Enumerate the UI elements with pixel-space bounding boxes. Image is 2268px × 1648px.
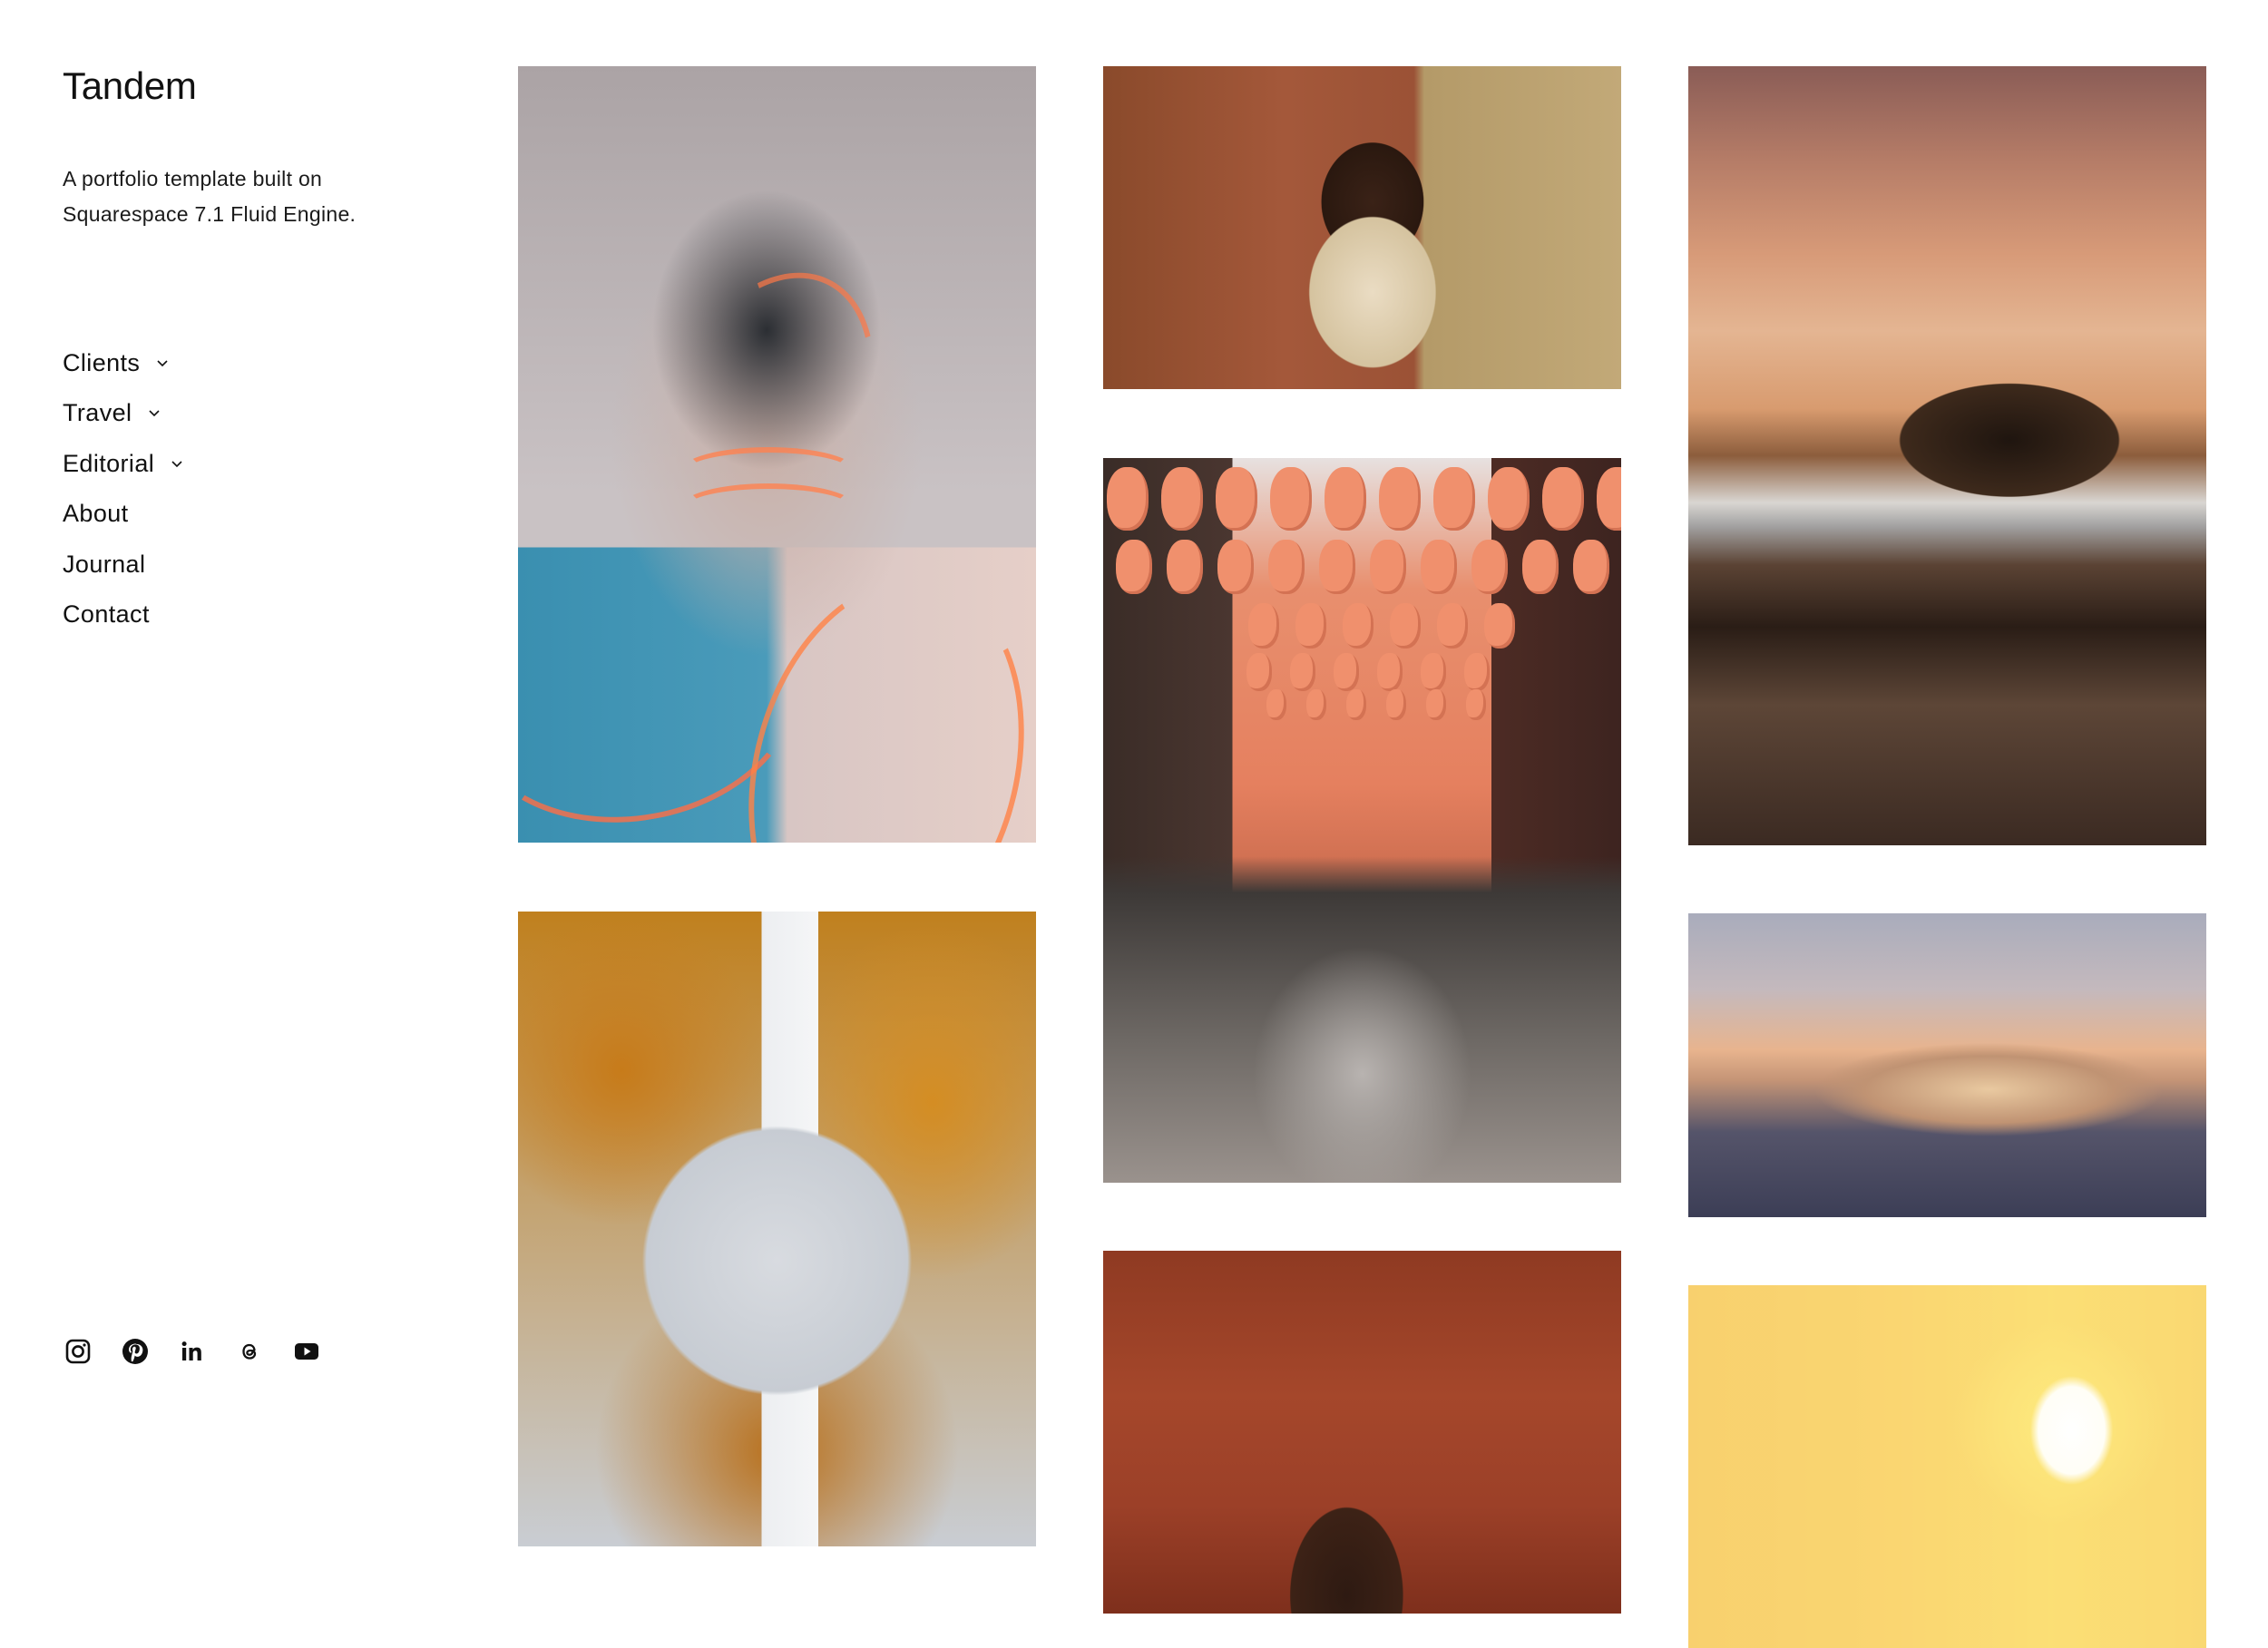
social-link-pinterest[interactable] (121, 1336, 178, 1367)
image-placeholder (1688, 66, 2206, 845)
gallery-image-autumn-tree-skyscraper[interactable] (518, 912, 1036, 1546)
lantern-shape (1522, 540, 1559, 594)
main-nav: Clients Travel Editorial About Journal C… (63, 346, 187, 648)
gallery-image-curly-hair-portrait[interactable] (1103, 66, 1621, 389)
sidebar: Tandem A portfolio template built on Squ… (0, 0, 454, 1466)
gallery-image-red-wall-portrait[interactable] (1103, 1251, 1621, 1614)
image-placeholder (1688, 1285, 2206, 1648)
lantern-shape (1167, 540, 1203, 594)
lantern-shape (1334, 653, 1359, 691)
nav-item-about: About (63, 497, 187, 547)
image-placeholder (1103, 66, 1621, 389)
nav-link-about[interactable]: About (63, 497, 129, 530)
nav-item-travel: Travel (63, 396, 187, 446)
chevron-down-icon (152, 353, 172, 373)
nav-link-clients[interactable]: Clients (63, 346, 172, 379)
lantern-shape (1116, 540, 1152, 594)
image-placeholder (1103, 1251, 1621, 1614)
linkedin-icon (178, 1337, 207, 1366)
lantern-shape (1346, 689, 1366, 720)
nav-link-travel[interactable]: Travel (63, 396, 164, 429)
lantern-shape (1484, 603, 1515, 648)
chevron-down-icon (144, 403, 164, 423)
nav-label: Editorial (63, 449, 155, 477)
gallery-image-mountain-range[interactable] (1688, 913, 2206, 1217)
social-links (64, 1336, 349, 1367)
nav-item-journal: Journal (63, 548, 187, 598)
nav-link-editorial[interactable]: Editorial (63, 447, 187, 480)
lantern-shape (1306, 689, 1326, 720)
nav-link-contact[interactable]: Contact (63, 598, 150, 630)
lantern-shape (1466, 689, 1486, 720)
lantern-shape (1343, 603, 1374, 648)
image-placeholder (1688, 913, 2206, 1217)
lantern-shape (1464, 653, 1490, 691)
lantern-shape (1319, 540, 1355, 594)
lantern-shape (1437, 603, 1468, 648)
nav-label: Travel (63, 399, 132, 427)
lantern-shape (1325, 467, 1366, 531)
lantern-shape (1370, 540, 1406, 594)
lantern-shape (1488, 467, 1530, 531)
gallery-image-lantern-street[interactable] (1103, 458, 1621, 1183)
social-link-linkedin[interactable] (178, 1336, 235, 1367)
image-detail (681, 483, 855, 531)
lantern-shape (1426, 689, 1446, 720)
lantern-shape (1573, 540, 1609, 594)
lantern-shape (1216, 467, 1257, 531)
lantern-shape (1433, 467, 1475, 531)
youtube-icon (292, 1337, 321, 1366)
threads-icon (235, 1337, 264, 1366)
chevron-down-icon (167, 453, 187, 473)
nav-link-journal[interactable]: Journal (63, 548, 145, 580)
gallery-image-portrait-light-lines[interactable] (518, 66, 1036, 843)
lantern-shape (1268, 540, 1305, 594)
lantern-shape (1421, 540, 1457, 594)
site-title[interactable]: Tandem (63, 67, 197, 105)
social-link-youtube[interactable] (292, 1336, 349, 1367)
lantern-shape (1161, 467, 1203, 531)
nav-item-clients: Clients (63, 346, 187, 396)
lantern-shape (1471, 540, 1508, 594)
nav-item-editorial: Editorial (63, 447, 187, 497)
social-link-instagram[interactable] (64, 1336, 121, 1367)
lantern-shape (1107, 467, 1149, 531)
instagram-icon (64, 1337, 93, 1366)
social-link-threads[interactable] (235, 1336, 292, 1367)
lantern-shape (1248, 603, 1279, 648)
image-placeholder (518, 912, 1036, 1546)
lantern-shape (1386, 689, 1406, 720)
gallery-image-coastal-sunset[interactable] (1688, 66, 2206, 845)
lantern-shape (1266, 689, 1286, 720)
lantern-shape (1542, 467, 1584, 531)
lantern-shape (1377, 653, 1403, 691)
nav-label: Clients (63, 349, 141, 376)
lantern-shape (1290, 653, 1315, 691)
lantern-shape (1295, 603, 1326, 648)
lantern-shape (1421, 653, 1446, 691)
gallery-image-bright-sun[interactable] (1688, 1285, 2206, 1648)
nav-item-contact: Contact (63, 598, 187, 648)
lantern-shape (1379, 467, 1421, 531)
lantern-shape (1390, 603, 1421, 648)
site-tagline: A portfolio template built on Squarespac… (63, 167, 357, 226)
lantern-shape (1246, 653, 1272, 691)
lantern-shape (1217, 540, 1254, 594)
pinterest-icon (121, 1337, 150, 1366)
lantern-shape (1270, 467, 1312, 531)
